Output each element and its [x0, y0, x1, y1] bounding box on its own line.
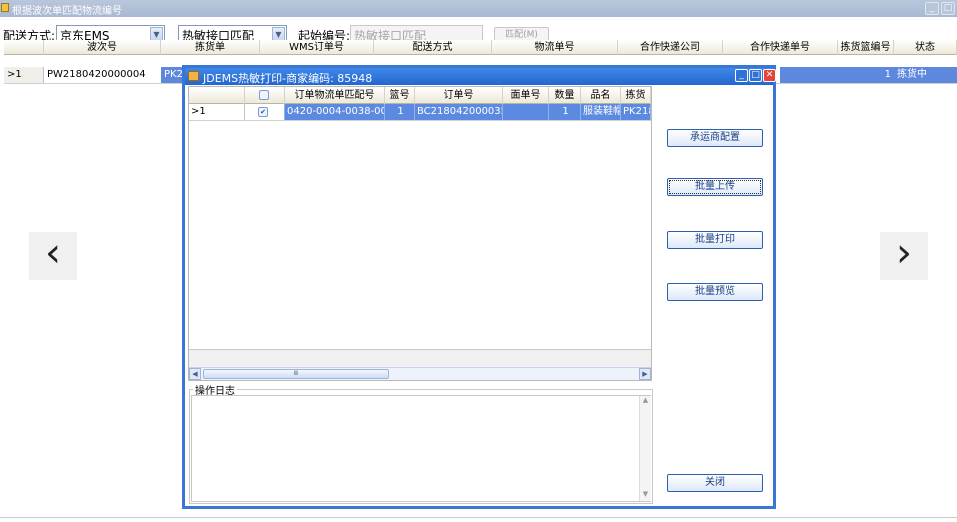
dialog-cell-basket[interactable]: 1 — [385, 104, 415, 120]
header-tracking-no[interactable]: 物流单号 — [492, 40, 618, 55]
dialog-header-product[interactable]: 品名 — [581, 87, 621, 104]
dialog-header-qty[interactable]: 数量 — [549, 87, 581, 104]
dialog-title: JDEMS热敏打印-商家编码: 85948 — [203, 72, 373, 85]
dialog-header-check[interactable] — [245, 87, 285, 104]
dialog-table-row[interactable]: >1 ✔ 0420-0004-0038-0001 1 BC21804200003… — [189, 104, 651, 121]
dialog-row-check-cell[interactable]: ✔ — [245, 104, 285, 120]
header-shipping-method[interactable]: 配送方式 — [374, 40, 492, 55]
header-courier[interactable]: 合作快递公司 — [618, 40, 723, 55]
header-basket-no[interactable]: 拣货篮编号 — [838, 40, 894, 55]
minimize-button[interactable]: _ — [925, 2, 939, 15]
dialog-header-basket[interactable]: 篮号 — [385, 87, 415, 104]
batch-upload-button[interactable]: 批量上传 — [667, 178, 763, 196]
scroll-thumb[interactable]: Ⅲ — [203, 369, 389, 379]
scroll-right-icon[interactable]: ▶ — [639, 368, 651, 380]
prev-arrow-button[interactable]: ‹ — [29, 232, 77, 280]
scroll-up-icon[interactable]: ▲ — [640, 396, 651, 407]
cell-status[interactable]: 拣货中 — [894, 67, 957, 83]
dialog-header-pick[interactable]: 拣货 — [621, 87, 651, 104]
horizontal-scrollbar[interactable]: ◀ Ⅲ ▶ — [189, 367, 651, 380]
bottom-divider — [0, 517, 957, 518]
carrier-config-button[interactable]: 承运商配置 — [667, 129, 763, 147]
dialog-cell-product[interactable]: 服装鞋帽 — [581, 104, 621, 120]
cell-wave-no[interactable]: PW2180420000004 — [44, 67, 161, 83]
dialog-cell-match-no[interactable]: 0420-0004-0038-0001 — [285, 104, 385, 120]
window-title: 根据波次单匹配物流编号 — [12, 6, 122, 17]
close-button[interactable]: 关闭 — [667, 474, 763, 492]
dialog-maximize-button[interactable]: □ — [749, 69, 762, 82]
header-status[interactable]: 状态 — [894, 40, 957, 55]
dialog-header-match-no[interactable]: 订单物流单匹配号 — [285, 87, 385, 104]
dialog-app-icon — [188, 71, 199, 81]
dialog-cell-qty[interactable]: 1 — [549, 104, 581, 120]
dialog-header-waybill[interactable]: 面单号 — [503, 87, 549, 104]
dialog-cell-waybill[interactable] — [503, 104, 549, 120]
dialog-grid: 订单物流单匹配号 篮号 订单号 面单号 数量 品名 拣货 >1 ✔ 0420-0… — [188, 86, 652, 381]
header-wave-no[interactable]: 波次号 — [44, 40, 161, 55]
dialog-header-order-no[interactable]: 订单号 — [415, 87, 503, 104]
dialog-row-indicator[interactable]: >1 — [189, 104, 245, 120]
scroll-down-icon[interactable]: ▼ — [640, 490, 651, 501]
dialog-minimize-button[interactable]: _ — [735, 69, 748, 82]
dialog-grid-footer — [189, 349, 651, 367]
jdems-print-dialog: JDEMS热敏打印-商家编码: 85948 _ □ ✕ 订单物流单匹配号 篮号 … — [182, 65, 776, 509]
window-title-bar: 根据波次单匹配物流编号 _ □ — [0, 0, 957, 17]
checkbox-all[interactable] — [259, 90, 269, 100]
grid-header: 波次号 拣货单 WMS订单号 配送方式 物流单号 合作快递公司 合作快递单号 拣… — [4, 40, 957, 55]
app-icon — [1, 3, 9, 12]
maximize-button[interactable]: □ — [941, 2, 955, 15]
dialog-title-bar: JDEMS热敏打印-商家编码: 85948 _ □ ✕ — [185, 68, 776, 85]
cell-basket-no[interactable]: 1 — [780, 67, 894, 83]
log-vertical-scrollbar[interactable]: ▲ ▼ — [639, 396, 651, 501]
dialog-header-rowhead — [189, 87, 245, 104]
dialog-grid-header: 订单物流单匹配号 篮号 订单号 面单号 数量 品名 拣货 — [189, 87, 651, 104]
header-pick-list[interactable]: 拣货单 — [161, 40, 260, 55]
header-courier-no[interactable]: 合作快递单号 — [723, 40, 838, 55]
next-arrow-button[interactable]: › — [880, 232, 928, 280]
dialog-cell-order-no[interactable]: BC2180420000351 — [415, 104, 503, 120]
header-rowhead — [4, 40, 44, 55]
dialog-cell-pick[interactable]: PK218 — [621, 104, 651, 120]
header-wms-order[interactable]: WMS订单号 — [260, 40, 374, 55]
operation-log-textarea[interactable]: ▲ ▼ — [191, 395, 651, 502]
batch-preview-button[interactable]: 批量预览 — [667, 283, 763, 301]
dialog-close-icon[interactable]: ✕ — [763, 69, 776, 82]
batch-print-button[interactable]: 批量打印 — [667, 231, 763, 249]
checkbox-row[interactable]: ✔ — [258, 107, 268, 117]
scroll-left-icon[interactable]: ◀ — [189, 368, 201, 380]
row-indicator[interactable]: >1 — [4, 67, 44, 83]
